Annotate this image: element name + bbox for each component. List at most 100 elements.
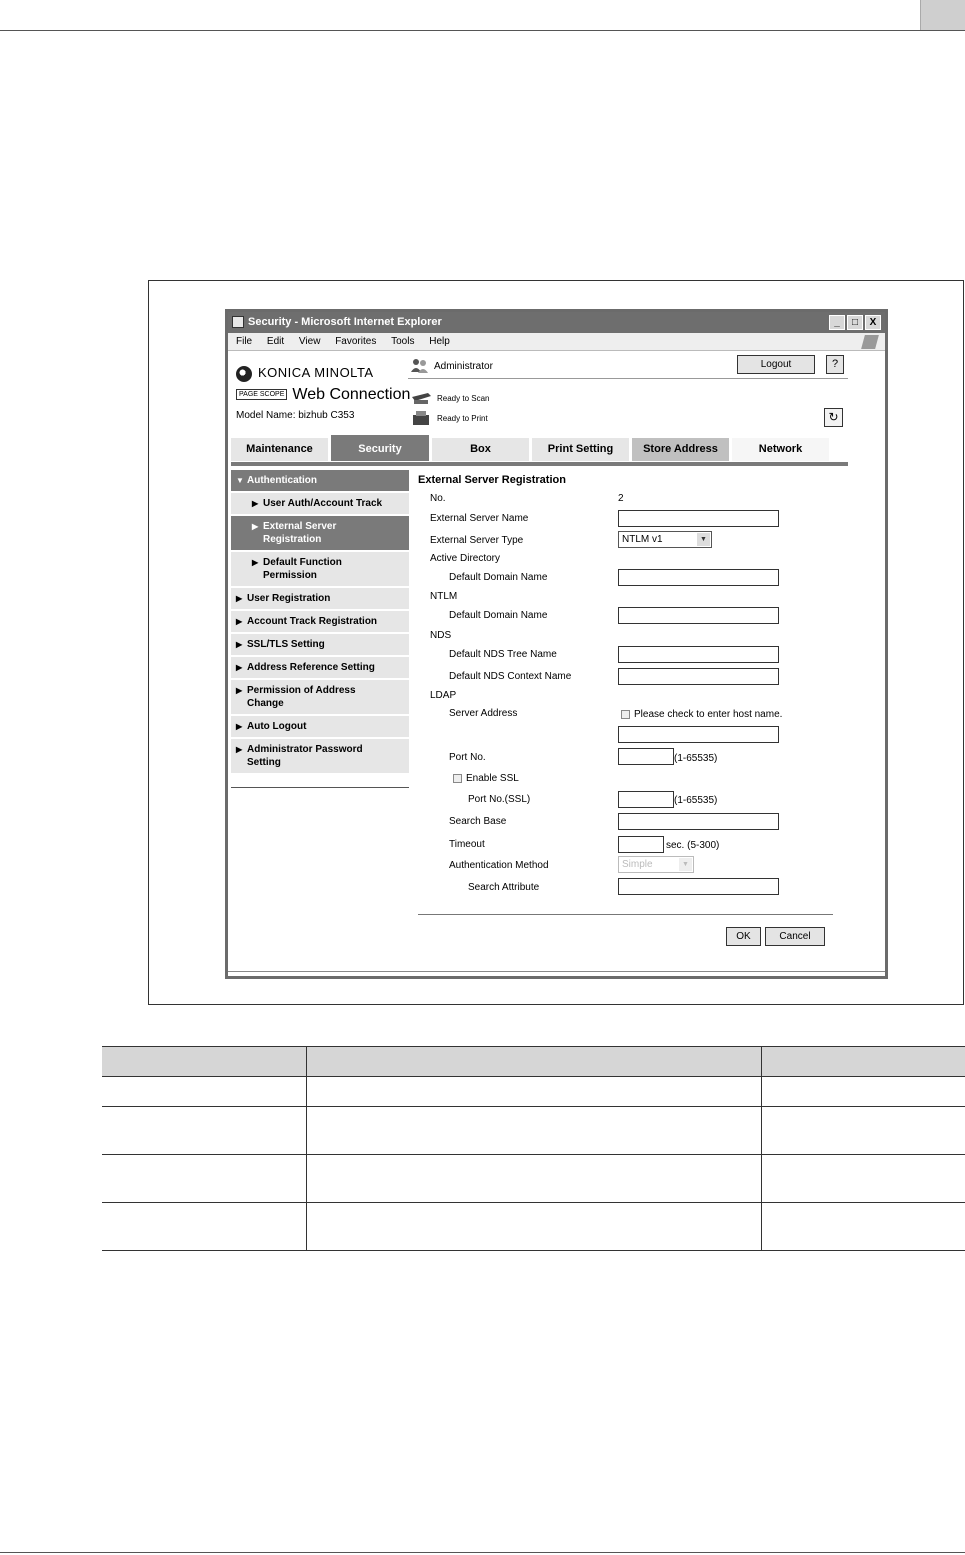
- table-cell: [305, 1202, 761, 1251]
- table-cell: [760, 1076, 965, 1107]
- sidebar-item-label: Auto Logout: [247, 721, 307, 732]
- user-role-label: Administrator: [434, 361, 493, 372]
- cancel-button[interactable]: Cancel: [765, 927, 825, 946]
- brand-logo: KONICA MINOLTA: [236, 365, 374, 382]
- triangle-right-icon: ▶: [236, 686, 243, 695]
- triangle-down-icon: ▼: [236, 476, 244, 485]
- maximize-button[interactable]: □: [847, 315, 863, 330]
- sidebar-item-default-function[interactable]: ▶ Default Function Permission: [231, 552, 409, 588]
- auth-method-select[interactable]: Simple ▼: [618, 856, 694, 873]
- enable-ssl-label: Enable SSL: [466, 773, 519, 784]
- menu-favorites[interactable]: Favorites: [335, 333, 376, 351]
- ad-domain-label: Default Domain Name: [449, 572, 548, 583]
- sidebar-item-address-reference[interactable]: ▶ Address Reference Setting: [231, 657, 409, 680]
- ssl-port-input[interactable]: [618, 791, 674, 808]
- enable-ssl-checkbox[interactable]: [453, 774, 462, 783]
- ie-app-icon: [232, 316, 244, 328]
- minimize-button[interactable]: _: [829, 315, 845, 330]
- chevron-down-icon: ▼: [679, 858, 692, 871]
- triangle-right-icon: ▶: [236, 617, 243, 626]
- nds-tree-label: Default NDS Tree Name: [449, 649, 557, 660]
- printer-icon: [413, 411, 429, 425]
- close-button[interactable]: X: [865, 315, 881, 330]
- server-address-label: Server Address: [449, 708, 518, 719]
- chevron-down-icon: ▼: [697, 533, 710, 546]
- menu-view[interactable]: View: [299, 333, 321, 351]
- table-cell: [760, 1106, 965, 1155]
- window-title: Security - Microsoft Internet Explorer: [248, 316, 442, 328]
- server-name-input[interactable]: [618, 510, 779, 527]
- product-name: Web Connection: [292, 386, 411, 403]
- tab-maintenance[interactable]: Maintenance: [231, 438, 328, 461]
- triangle-right-icon: ▶: [236, 663, 243, 672]
- tab-network[interactable]: Network: [732, 438, 829, 461]
- nds-tree-input[interactable]: [618, 646, 779, 663]
- host-name-checkbox[interactable]: [621, 710, 630, 719]
- menu-edit[interactable]: Edit: [267, 333, 284, 351]
- server-type-select[interactable]: NTLM v1 ▼: [618, 531, 712, 548]
- sidebar-item-auto-logout[interactable]: ▶ Auto Logout: [231, 716, 409, 739]
- logout-button[interactable]: Logout: [737, 355, 815, 374]
- help-button[interactable]: ?: [826, 355, 844, 374]
- triangle-right-icon: ▶: [236, 722, 243, 731]
- table-header-cell: [760, 1046, 965, 1077]
- triangle-right-icon: ▶: [252, 522, 259, 531]
- server-address-input[interactable]: [618, 726, 779, 743]
- table-cell: [760, 1154, 965, 1203]
- sidebar-item-label: Account Track Registration: [247, 616, 378, 627]
- sidebar-item-user-auth[interactable]: ▶ User Auth/Account Track: [231, 493, 409, 516]
- sidebar-item-label: External Server Registration: [263, 521, 337, 545]
- table-header-cell: [305, 1046, 761, 1077]
- sidebar-item-admin-password[interactable]: ▶ Administrator Password Setting: [231, 739, 409, 775]
- table-header-cell: [102, 1046, 306, 1077]
- sidebar-item-external-server[interactable]: ▶ External Server Registration: [231, 516, 409, 552]
- search-attribute-input[interactable]: [618, 878, 779, 895]
- table-cell: [102, 1154, 306, 1203]
- window-bottom-edge: [228, 971, 885, 976]
- page-top-rule: [0, 30, 965, 31]
- page-bottom-rule: [0, 1552, 965, 1553]
- menu-file[interactable]: File: [236, 333, 252, 351]
- sidebar-item-account-track[interactable]: ▶ Account Track Registration: [231, 611, 409, 634]
- server-name-label: External Server Name: [430, 513, 529, 524]
- tab-box[interactable]: Box: [432, 438, 529, 461]
- ok-button[interactable]: OK: [726, 927, 761, 946]
- model-name: Model Name: bizhub C353: [236, 410, 355, 421]
- form-divider: [418, 914, 833, 915]
- form-title: External Server Registration: [418, 474, 566, 486]
- tab-security[interactable]: Security: [331, 435, 429, 461]
- sidebar-item-label: Authentication: [247, 475, 317, 486]
- table-header-row: [102, 1046, 965, 1077]
- tab-print-setting[interactable]: Print Setting: [532, 438, 629, 461]
- scan-status: Ready to Scan: [437, 394, 490, 403]
- auth-method-label: Authentication Method: [449, 860, 549, 871]
- timeout-range: sec. (5-300): [666, 840, 720, 851]
- server-type-label: External Server Type: [430, 535, 524, 546]
- search-base-input[interactable]: [618, 813, 779, 830]
- port-input[interactable]: [618, 748, 674, 765]
- sidebar-item-ssl-tls[interactable]: ▶ SSL/TLS Setting: [231, 634, 409, 657]
- pagescope-logo: PAGE SCOPE: [236, 389, 288, 401]
- menu-tools[interactable]: Tools: [391, 333, 414, 351]
- sidebar-item-label: User Auth/Account Track: [263, 498, 383, 509]
- host-name-check-label: Please check to enter host name.: [634, 709, 783, 720]
- settings-table: [102, 1046, 965, 1251]
- print-status: Ready to Print: [437, 414, 488, 423]
- menu-help[interactable]: Help: [429, 333, 450, 351]
- sidebar: ▼ Authentication ▶ User Auth/Account Tra…: [231, 470, 409, 788]
- brand-name: KONICA MINOLTA: [258, 365, 374, 380]
- ntlm-domain-input[interactable]: [618, 607, 779, 624]
- timeout-input[interactable]: [618, 836, 664, 853]
- sidebar-item-authentication[interactable]: ▼ Authentication: [231, 470, 409, 493]
- nds-context-input[interactable]: [618, 668, 779, 685]
- ntlm-label: NTLM: [430, 591, 458, 602]
- tab-store-address[interactable]: Store Address: [632, 438, 729, 461]
- table-row: [102, 1154, 965, 1203]
- sidebar-item-permission-address[interactable]: ▶ Permission of Address Change: [231, 680, 409, 716]
- table-row: [102, 1202, 965, 1251]
- refresh-icon[interactable]: ↻: [824, 408, 843, 427]
- sidebar-item-user-registration[interactable]: ▶ User Registration: [231, 588, 409, 611]
- sidebar-item-label: Permission of Address Change: [247, 685, 356, 709]
- scanner-icon: [412, 393, 431, 404]
- ad-domain-input[interactable]: [618, 569, 779, 586]
